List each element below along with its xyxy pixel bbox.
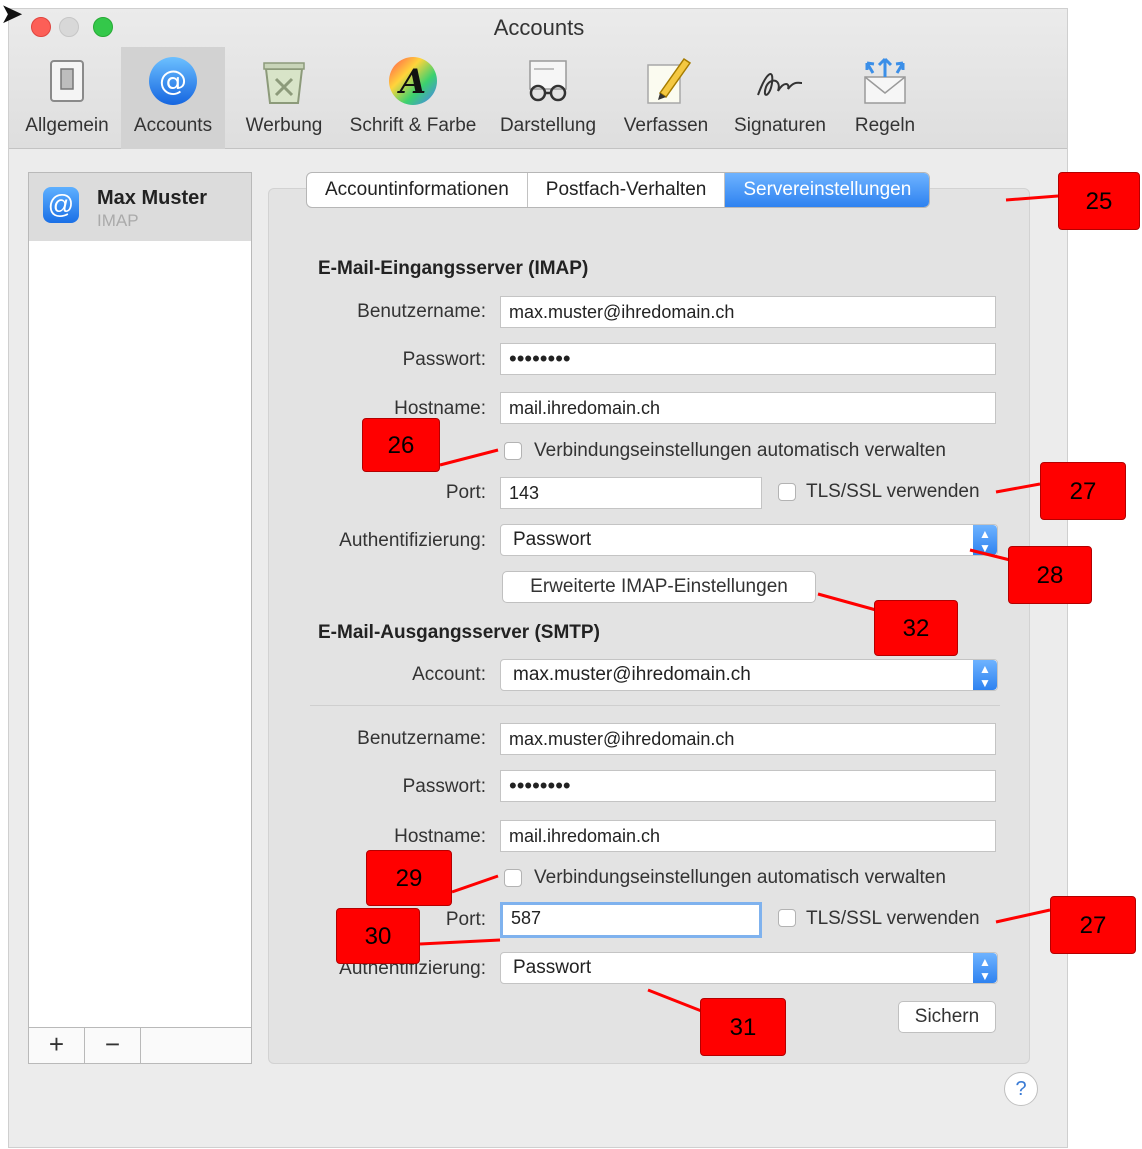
outgoing-auto-manage-label: Verbindungseinstellungen automatisch ver… bbox=[534, 867, 946, 888]
annotation-badge: 31 bbox=[700, 998, 786, 1056]
incoming-auth-value: Passwort bbox=[513, 529, 592, 550]
at-icon: @ bbox=[43, 187, 79, 223]
font-icon: A bbox=[389, 57, 437, 105]
toolbar-item-schrift-farbe[interactable]: A Schrift & Farbe bbox=[341, 47, 485, 149]
at-icon: @ bbox=[149, 57, 197, 105]
toolbar-item-signaturen[interactable]: Signaturen bbox=[721, 47, 839, 149]
toolbar-label: Schrift & Farbe bbox=[349, 115, 477, 136]
incoming-hostname-field[interactable]: mail.ihredomain.ch bbox=[500, 392, 996, 424]
outgoing-port-field[interactable]: 587 bbox=[500, 902, 762, 938]
toolbar-item-allgemein[interactable]: Allgemein bbox=[15, 47, 119, 149]
pencil-icon bbox=[647, 57, 692, 104]
junk-icon bbox=[263, 62, 305, 104]
toolbar-item-accounts[interactable]: @ Accounts bbox=[121, 47, 225, 149]
incoming-tls-label: TLS/SSL verwenden bbox=[806, 481, 980, 502]
glasses-icon bbox=[529, 60, 567, 102]
account-type: IMAP bbox=[97, 211, 139, 230]
outgoing-auth-value: Passwort bbox=[513, 957, 592, 978]
tab-bar: Accountinformationen Postfach-Verhalten … bbox=[306, 172, 931, 208]
toolbar-label: Darstellung bbox=[499, 115, 597, 136]
add-account-button[interactable]: + bbox=[29, 1028, 85, 1063]
chevron-updown-icon: ▲ ▼ bbox=[973, 660, 997, 690]
rules-icon bbox=[864, 57, 906, 104]
toolbar-label: Allgemein bbox=[25, 115, 109, 136]
toolbar-item-darstellung[interactable]: Darstellung bbox=[485, 47, 611, 149]
tab-servereinstellungen[interactable]: Servereinstellungen bbox=[725, 173, 930, 207]
sidebar-footer: + − bbox=[29, 1027, 251, 1063]
advanced-imap-settings-button[interactable]: Erweiterte IMAP-Einstellungen bbox=[502, 571, 816, 603]
mouse-cursor-icon: ➤ bbox=[0, 0, 24, 29]
title-bar: Accounts Allgemein @ Accounts Werbung A … bbox=[9, 9, 1067, 149]
incoming-auto-manage-label: Verbindungseinstellungen automatisch ver… bbox=[534, 440, 946, 461]
annotation-badge: 29 bbox=[366, 850, 452, 906]
incoming-tls-checkbox[interactable] bbox=[778, 483, 796, 501]
chevron-updown-icon: ▲ ▼ bbox=[973, 525, 997, 555]
remove-account-button[interactable]: − bbox=[85, 1028, 141, 1063]
tab-postfach-verhalten[interactable]: Postfach-Verhalten bbox=[528, 173, 726, 207]
toolbar-item-werbung[interactable]: Werbung bbox=[227, 47, 341, 149]
toolbar-label: Verfassen bbox=[623, 115, 709, 136]
account-name: Max Muster bbox=[97, 187, 208, 209]
save-button[interactable]: Sichern bbox=[898, 1001, 996, 1033]
outgoing-tls-checkbox[interactable] bbox=[778, 909, 796, 927]
section-divider bbox=[310, 705, 1000, 706]
svg-text:@: @ bbox=[159, 64, 187, 97]
help-button[interactable]: ? bbox=[1004, 1072, 1038, 1106]
outgoing-tls-label: TLS/SSL verwenden bbox=[806, 908, 980, 929]
outgoing-auto-manage-checkbox[interactable] bbox=[504, 869, 522, 887]
accounts-sidebar: @ Max Muster IMAP + − bbox=[28, 172, 252, 1064]
toolbar-label: Accounts bbox=[133, 115, 213, 136]
incoming-auto-manage-checkbox[interactable] bbox=[504, 442, 522, 460]
outgoing-username-label: Benutzername: bbox=[357, 728, 486, 749]
annotation-badge: 27 bbox=[1040, 462, 1126, 520]
outgoing-password-field[interactable]: •••••••• bbox=[500, 770, 996, 802]
toolbar-item-verfassen[interactable]: Verfassen bbox=[611, 47, 721, 149]
outgoing-username-field[interactable]: max.muster@ihredomain.ch bbox=[500, 723, 996, 755]
incoming-section-title: E-Mail-Eingangsserver (IMAP) bbox=[318, 258, 589, 279]
annotation-badge: 30 bbox=[336, 908, 420, 964]
outgoing-hostname-field[interactable]: mail.ihredomain.ch bbox=[500, 820, 996, 852]
outgoing-auth-select[interactable]: Passwort ▲ ▼ bbox=[500, 952, 998, 984]
incoming-auth-label: Authentifizierung: bbox=[339, 530, 486, 551]
incoming-password-field[interactable]: •••••••• bbox=[500, 343, 996, 375]
svg-text:A: A bbox=[397, 62, 426, 102]
toolbar-label: Werbung bbox=[245, 115, 323, 136]
tab-accountinformationen[interactable]: Accountinformationen bbox=[307, 173, 528, 207]
outgoing-hostname-label: Hostname: bbox=[394, 826, 486, 847]
signature-icon bbox=[757, 72, 803, 96]
annotation-badge: 25 bbox=[1058, 172, 1140, 230]
annotation-badge: 32 bbox=[874, 600, 958, 656]
outgoing-account-select[interactable]: max.muster@ihredomain.ch ▲ ▼ bbox=[500, 659, 998, 691]
incoming-password-label: Passwort: bbox=[402, 349, 486, 370]
outgoing-section-title: E-Mail-Ausgangsserver (SMTP) bbox=[318, 622, 600, 643]
incoming-auth-select[interactable]: Passwort ▲ ▼ bbox=[500, 524, 998, 556]
annotation-badge: 28 bbox=[1008, 546, 1092, 604]
incoming-port-label: Port: bbox=[445, 482, 486, 503]
preferences-toolbar: Allgemein @ Accounts Werbung A Schrift &… bbox=[9, 47, 1067, 149]
chevron-updown-icon: ▲ ▼ bbox=[973, 953, 997, 983]
incoming-username-field[interactable]: max.muster@ihredomain.ch bbox=[500, 296, 996, 328]
incoming-hostname-label: Hostname: bbox=[394, 398, 486, 419]
outgoing-account-value: max.muster@ihredomain.ch bbox=[513, 664, 751, 685]
switch-icon bbox=[50, 60, 84, 102]
toolbar-item-regeln[interactable]: Regeln bbox=[839, 47, 931, 149]
annotation-badge: 27 bbox=[1050, 896, 1136, 954]
toolbar-label: Regeln bbox=[854, 115, 916, 136]
toolbar-label: Signaturen bbox=[734, 115, 826, 136]
incoming-username-label: Benutzername: bbox=[357, 301, 486, 322]
window-title: Accounts bbox=[493, 15, 585, 40]
outgoing-password-label: Passwort: bbox=[402, 776, 486, 797]
incoming-port-field[interactable]: 143 bbox=[500, 477, 762, 509]
outgoing-account-label: Account: bbox=[412, 664, 486, 685]
account-list-item[interactable]: @ Max Muster IMAP bbox=[29, 173, 251, 241]
annotation-badge: 26 bbox=[362, 418, 440, 472]
